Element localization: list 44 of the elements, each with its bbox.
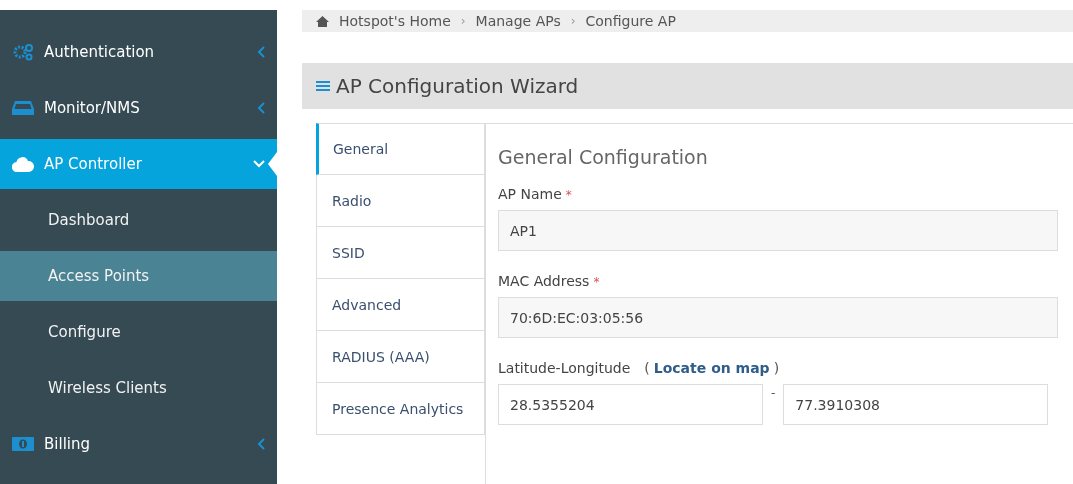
wizard-tab[interactable]: SSID	[316, 227, 485, 279]
wizard-tab[interactable]: Radio	[316, 175, 485, 227]
chevron-left-icon	[258, 102, 265, 114]
nav-subitem[interactable]: Configure	[0, 307, 277, 357]
wizard-tab[interactable]: Advanced	[316, 279, 485, 331]
required-mark: *	[565, 188, 572, 202]
nav-subitem[interactable]: Dashboard	[0, 195, 277, 245]
breadcrumb-separator: ›	[570, 14, 576, 28]
locate-link[interactable]: Locate on map	[653, 360, 770, 376]
field-label: Latitude-Longitude	[498, 360, 631, 376]
money-icon	[12, 437, 34, 451]
active-pointer	[268, 152, 277, 176]
breadcrumb-link[interactable]: Configure AP	[585, 14, 676, 28]
chevron-left-icon	[258, 46, 265, 58]
field-label: MAC Address	[498, 273, 590, 289]
breadcrumb-link[interactable]: Hotspot's Home	[339, 14, 451, 28]
paren: (	[644, 360, 650, 376]
wizard-tab[interactable]: RADIUS (AAA)	[316, 331, 485, 383]
home-icon	[316, 15, 329, 27]
separator: -	[771, 386, 776, 400]
nav-subitem[interactable]: Wireless Clients	[0, 363, 277, 413]
cloud-icon	[12, 156, 34, 172]
wizard-tab[interactable]: Presence Analytics	[316, 383, 485, 435]
field-label: AP Name	[498, 186, 562, 202]
nav-item[interactable]: Monitor/NMS	[0, 83, 277, 133]
wizard-tab[interactable]: General	[316, 123, 485, 175]
menu-icon	[316, 80, 330, 92]
nav-subitem[interactable]: Access Points	[0, 251, 277, 301]
breadcrumb-link[interactable]: Manage APs	[475, 14, 561, 28]
panel-title: AP Configuration Wizard	[336, 74, 579, 98]
nav-item[interactable]: Authentication	[0, 27, 277, 77]
required-mark: *	[593, 275, 600, 289]
text-field[interactable]: 70:6D:EC:03:05:56	[498, 297, 1058, 338]
chevron-left-icon	[258, 438, 265, 450]
paren: )	[773, 360, 780, 376]
inbox-icon	[12, 100, 34, 116]
longitude-field[interactable]: 77.3910308	[783, 384, 1049, 425]
nav-item[interactable]: Billing	[0, 419, 277, 469]
text-field[interactable]: AP1	[498, 210, 1058, 251]
breadcrumb-separator: ›	[460, 14, 466, 28]
gears-icon	[12, 43, 34, 61]
latitude-field[interactable]: 28.5355204	[498, 384, 763, 425]
chevron-down-icon	[253, 160, 265, 168]
section-title: General Configuration	[498, 146, 709, 168]
